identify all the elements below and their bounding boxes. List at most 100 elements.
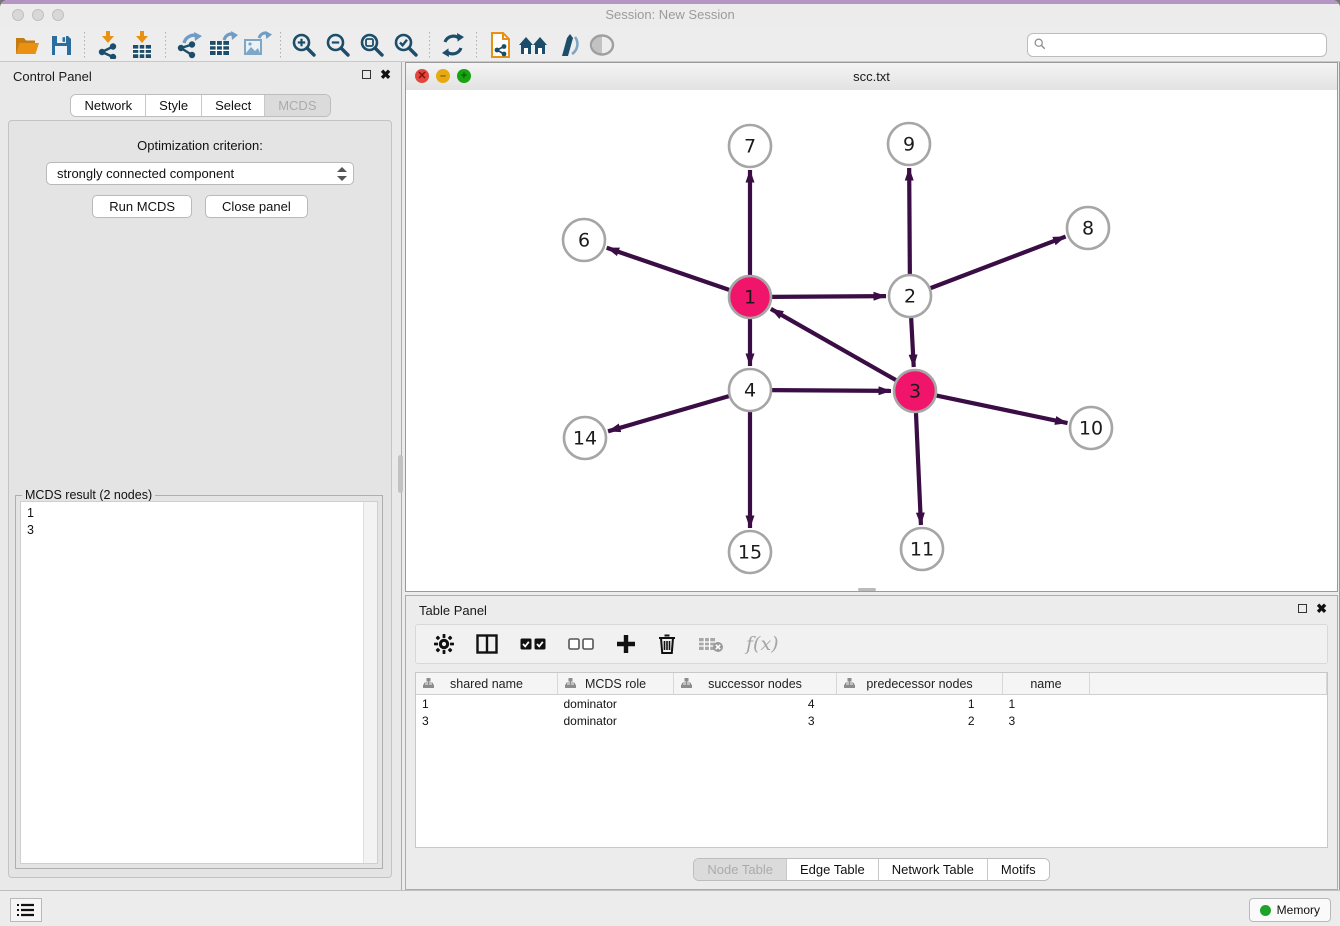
- tab-motifs[interactable]: Motifs: [987, 859, 1049, 880]
- graph-node-label-8: 8: [1082, 218, 1094, 240]
- toolbar-separator: [165, 32, 166, 58]
- column-header-name[interactable]: name: [1003, 673, 1090, 695]
- delete-table-icon: [698, 635, 724, 653]
- graph-node-label-11: 11: [910, 539, 934, 561]
- refresh-layout-icon[interactable]: [436, 31, 470, 59]
- table-panel: Table Panel ✖: [405, 595, 1338, 890]
- graph-edge-3-1[interactable]: [771, 309, 896, 380]
- network-window-titlebar[interactable]: ✕ – + scc.txt: [406, 63, 1337, 91]
- mcds-panel: Optimization criterion: strongly connect…: [8, 120, 392, 878]
- search-field-container: [1027, 33, 1327, 57]
- mcds-result-text: 1 3: [21, 502, 377, 542]
- cell-successor-nodes-row1[interactable]: 4: [674, 695, 837, 713]
- columns-icon[interactable]: [476, 634, 498, 654]
- graph-node-label-14: 14: [573, 428, 597, 450]
- toolbar-separator: [280, 32, 281, 58]
- table-panel-title: Table Panel: [419, 603, 487, 618]
- command-list-button[interactable]: [10, 898, 42, 922]
- graph-edge-4-14[interactable]: [608, 396, 729, 431]
- cell-shared-name-row2[interactable]: 3: [416, 712, 558, 729]
- delete-icon[interactable]: [658, 634, 676, 654]
- import-table-icon[interactable]: [125, 31, 159, 59]
- criterion-dropdown-value: strongly connected component: [57, 166, 234, 181]
- column-header-MCDS-role[interactable]: MCDS role: [558, 673, 674, 695]
- close-table-panel-icon[interactable]: ✖: [1316, 603, 1327, 614]
- search-input[interactable]: [1027, 33, 1327, 57]
- graph-edge-4-3[interactable]: [772, 390, 891, 391]
- deselect-all-icon[interactable]: [568, 638, 594, 650]
- optimization-criterion-label: Optimization criterion:: [9, 138, 391, 153]
- graph-node-label-15: 15: [738, 542, 762, 564]
- tab-style[interactable]: Style: [145, 95, 201, 116]
- cell-shared-name-row1[interactable]: 1: [416, 695, 558, 713]
- graph-node-label-6: 6: [578, 230, 590, 252]
- graph-edge-1-6[interactable]: [607, 248, 729, 290]
- tab-mcds[interactable]: MCDS: [264, 95, 329, 116]
- panel-divider-handle[interactable]: [398, 455, 403, 493]
- network-canvas[interactable]: 7968124314101511: [406, 90, 1337, 591]
- zoom-selected-icon[interactable]: [389, 31, 423, 59]
- style-brush-icon[interactable]: [551, 31, 585, 59]
- list-icon: [17, 903, 35, 917]
- export-table-icon[interactable]: [206, 31, 240, 59]
- run-mcds-button[interactable]: Run MCDS: [92, 195, 192, 218]
- cell-MCDS-role-row1[interactable]: dominator: [558, 695, 674, 713]
- cell-predecessor-nodes-row2[interactable]: 2: [837, 712, 1003, 729]
- float-panel-icon[interactable]: [362, 70, 371, 79]
- graph-edge-2-3[interactable]: [911, 318, 914, 367]
- zoom-fit-icon[interactable]: [355, 31, 389, 59]
- export-network-icon[interactable]: [172, 31, 206, 59]
- cell-predecessor-nodes-row1[interactable]: 1: [837, 695, 1003, 713]
- graph-node-label-1: 1: [744, 287, 756, 309]
- toolbar-separator: [476, 32, 477, 58]
- graph-node-label-10: 10: [1079, 418, 1103, 440]
- export-image-icon[interactable]: [240, 31, 274, 59]
- column-header-predecessor-nodes[interactable]: predecessor nodes: [837, 673, 1003, 695]
- gear-icon[interactable]: [434, 634, 454, 654]
- graph-edge-1-2[interactable]: [772, 296, 886, 297]
- table-row[interactable]: 3dominator323: [416, 712, 1327, 729]
- graph-node-label-9: 9: [903, 134, 915, 156]
- zoom-in-icon[interactable]: [287, 31, 321, 59]
- control-panel-tabs: NetworkStyleSelectMCDS: [70, 94, 330, 117]
- main-toolbar: [0, 28, 1340, 62]
- tab-edge-table[interactable]: Edge Table: [786, 859, 878, 880]
- result-scrollbar[interactable]: [363, 502, 377, 863]
- save-session-icon[interactable]: [44, 31, 78, 59]
- column-header-shared-name[interactable]: shared name: [416, 673, 558, 695]
- zoom-out-icon[interactable]: [321, 31, 355, 59]
- graph-edge-3-11[interactable]: [916, 413, 921, 525]
- tab-network[interactable]: Network: [71, 95, 145, 116]
- mcds-result-title: MCDS result (2 nodes): [22, 488, 155, 502]
- cell-successor-nodes-row2[interactable]: 3: [674, 712, 837, 729]
- cell-name-row2[interactable]: 3: [1003, 712, 1090, 729]
- split-resize-handle[interactable]: [858, 588, 876, 591]
- tab-select[interactable]: Select: [201, 95, 264, 116]
- control-panel-title: Control Panel: [13, 69, 92, 84]
- table-row[interactable]: 1dominator411: [416, 695, 1327, 713]
- cell-name-row1[interactable]: 1: [1003, 695, 1090, 713]
- float-table-panel-icon[interactable]: [1298, 604, 1307, 613]
- open-session-icon[interactable]: [10, 31, 44, 59]
- close-panel-icon[interactable]: ✖: [380, 69, 391, 80]
- mcds-result-area[interactable]: 1 3: [20, 501, 378, 864]
- tab-network-table[interactable]: Network Table: [878, 859, 987, 880]
- tab-node-table[interactable]: Node Table: [694, 859, 786, 880]
- import-network-icon[interactable]: [91, 31, 125, 59]
- duplicate-network-icon[interactable]: [483, 31, 517, 59]
- graph-edge-2-9[interactable]: [909, 168, 910, 274]
- network-graph[interactable]: 7968124314101511: [406, 90, 1337, 591]
- graph-edge-2-8[interactable]: [931, 237, 1066, 289]
- column-header-successor-nodes[interactable]: successor nodes: [674, 673, 837, 695]
- graph-edge-3-10[interactable]: [937, 396, 1068, 424]
- select-all-icon[interactable]: [520, 638, 546, 650]
- graph-node-label-4: 4: [744, 380, 756, 402]
- add-icon[interactable]: [616, 634, 636, 654]
- memory-button[interactable]: Memory: [1249, 898, 1331, 922]
- node-table-container: shared nameMCDS rolesuccessor nodesprede…: [415, 672, 1328, 848]
- close-panel-button[interactable]: Close panel: [205, 195, 308, 218]
- cell-MCDS-role-row2[interactable]: dominator: [558, 712, 674, 729]
- criterion-dropdown[interactable]: strongly connected component: [46, 162, 354, 185]
- network-view-window: ✕ – + scc.txt 7968124314101511: [405, 62, 1338, 592]
- first-neighbors-icon[interactable]: [517, 31, 551, 59]
